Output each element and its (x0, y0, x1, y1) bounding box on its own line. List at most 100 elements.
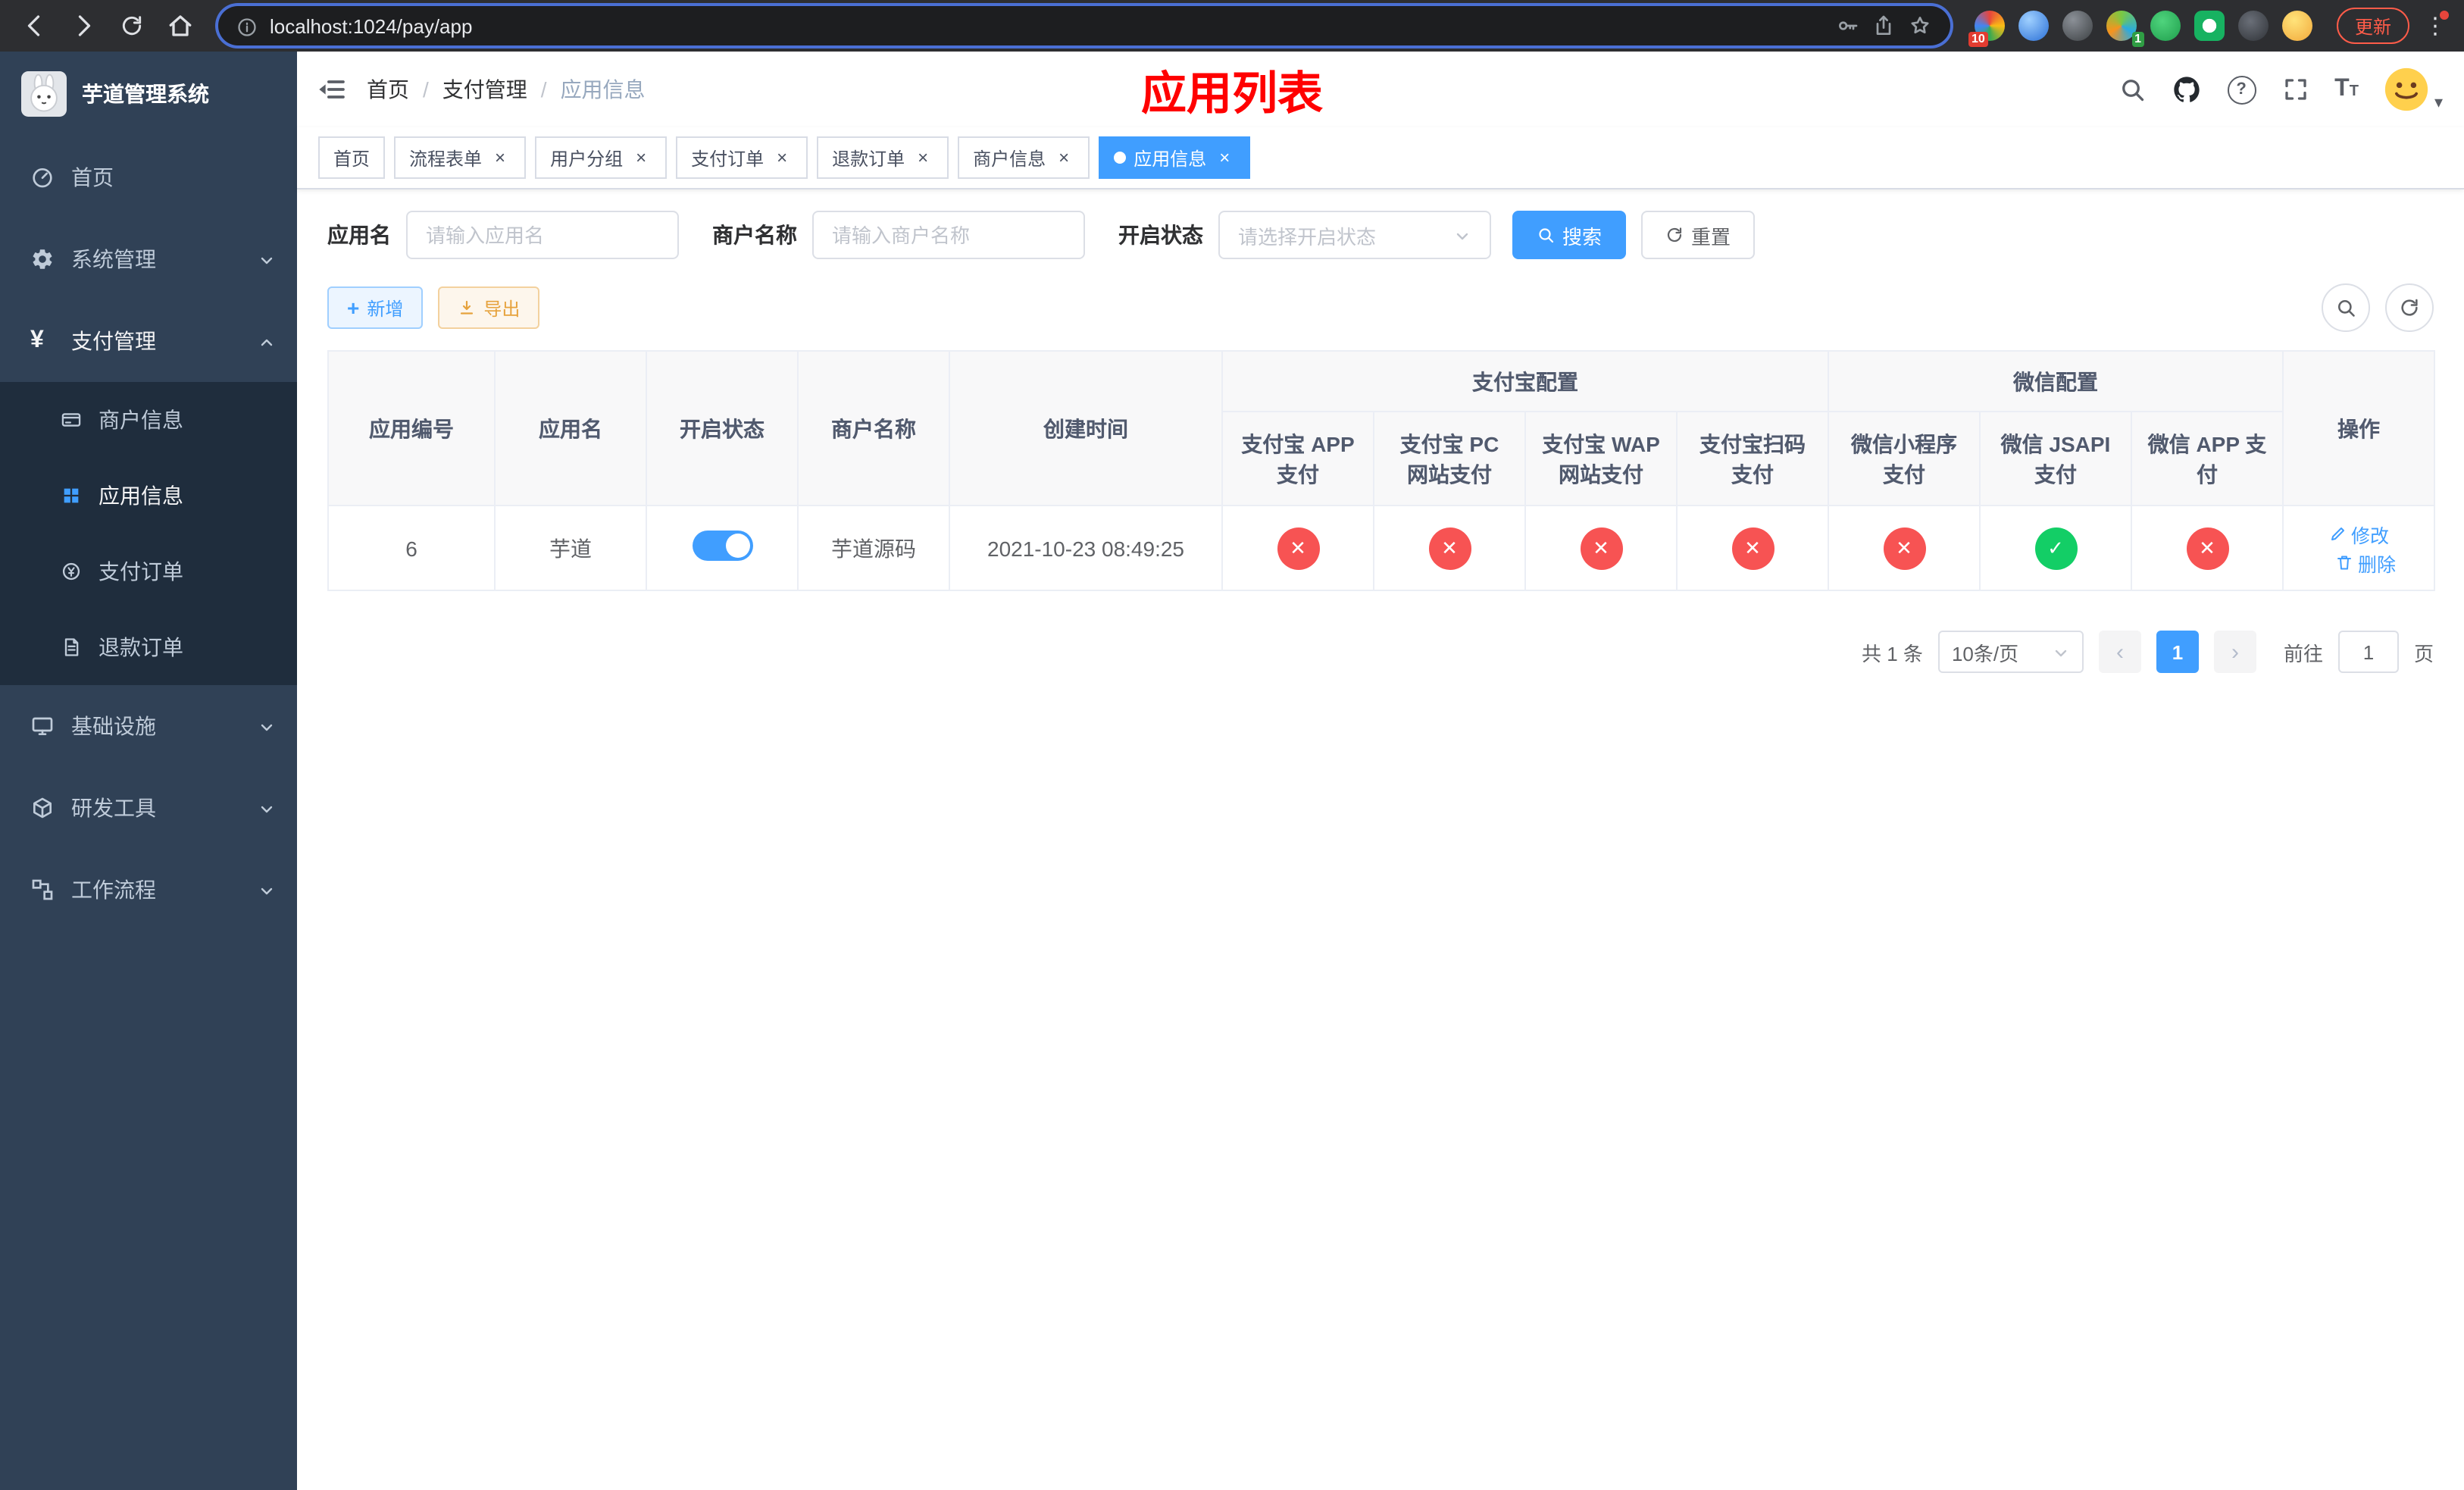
extension-icon-5[interactable] (2150, 11, 2181, 41)
browser-toolbar: localhost:1024/pay/app 10 1 更新 ⋮ (0, 0, 2464, 52)
chevron-down-icon (258, 247, 276, 271)
tab-user-group[interactable]: 用户分组 × (535, 136, 668, 179)
extension-icon-6[interactable] (2194, 11, 2225, 41)
enabled-toggle[interactable] (692, 531, 752, 561)
sidebar-item-merchant-info[interactable]: 商户信息 (0, 382, 297, 458)
prev-page-button[interactable]: ‹ (2098, 631, 2141, 673)
password-key-icon[interactable] (1835, 13, 1859, 38)
close-icon[interactable]: × (1214, 147, 1235, 168)
chevron-down-icon (258, 714, 276, 738)
status-select[interactable]: 请选择开启状态 (1218, 211, 1491, 259)
next-page-button[interactable]: › (2213, 631, 2256, 673)
url-text[interactable]: localhost:1024/pay/app (270, 14, 1823, 37)
alipay-app-status-icon: ✕ (1277, 527, 1319, 569)
close-icon[interactable]: × (630, 147, 652, 168)
bookmark-star-icon[interactable] (1908, 13, 1932, 38)
share-icon[interactable] (1871, 13, 1896, 38)
sidebar-item-app-info[interactable]: 应用信息 (0, 458, 297, 534)
navbar-actions: ? TT ▾ (2118, 67, 2464, 112)
page-content: 应用名 商户名称 开启状态 请选择开启状态 搜索 重置 (297, 189, 2464, 1490)
cube-icon (30, 796, 55, 820)
col-created: 创建时间 (949, 350, 1223, 506)
breadcrumb-payment[interactable]: 支付管理 (442, 74, 527, 105)
browser-back-button[interactable] (12, 3, 58, 49)
profile-avatar-icon[interactable] (2281, 11, 2312, 41)
close-icon[interactable]: × (1053, 147, 1074, 168)
sidebar-item-infra[interactable]: 基础设施 (0, 685, 297, 767)
sidebar-item-payment[interactable]: ¥ 支付管理 (0, 300, 297, 382)
sidebar-item-system[interactable]: 系统管理 (0, 218, 297, 300)
site-info-icon[interactable] (236, 14, 258, 37)
fullscreen-icon[interactable] (2281, 76, 2309, 103)
sidebar-item-refund-orders[interactable]: 退款订单 (0, 609, 297, 685)
tab-process-form[interactable]: 流程表单 × (394, 136, 527, 179)
wx-app-status-icon: ✕ (2186, 527, 2228, 569)
table-toolbar: + 新增 导出 (327, 283, 2434, 332)
sidebar-item-dev-tools[interactable]: 研发工具 (0, 767, 297, 849)
close-icon[interactable]: × (771, 147, 793, 168)
refresh-button[interactable] (2385, 283, 2434, 332)
tab-home[interactable]: 首页 (318, 136, 386, 179)
alipay-wap-status-icon: ✕ (1580, 527, 1622, 569)
status-label: 开启状态 (1118, 223, 1203, 247)
close-icon[interactable]: × (912, 147, 933, 168)
apps-table: 应用编号 应用名 开启状态 商户名称 创建时间 支付宝配置 微信配置 操作 支付… (327, 350, 2436, 591)
wx-lite-status-icon: ✕ (1883, 527, 1925, 569)
sidebar-item-home[interactable]: 首页 (0, 136, 297, 218)
export-button[interactable]: 导出 (438, 286, 540, 329)
goto-page-input[interactable] (2337, 631, 2399, 673)
yen-icon: ¥ (30, 327, 44, 353)
merchant-name-input[interactable] (812, 211, 1085, 259)
app-grid-icon (61, 485, 82, 506)
extension-icon-1[interactable]: 10 (1968, 11, 2005, 47)
edit-link[interactable]: 修改 (2328, 519, 2389, 548)
search-icon[interactable] (2118, 76, 2145, 103)
merchant-name-label: 商户名称 (712, 223, 797, 247)
toggle-search-button[interactable] (2322, 283, 2370, 332)
extension-icon-3[interactable] (2062, 11, 2093, 41)
search-button[interactable]: 搜索 (1512, 211, 1627, 259)
col-wx-lite: 微信小程序支付 (1828, 411, 1981, 506)
plus-icon: + (347, 296, 360, 320)
tab-app-info[interactable]: 应用信息 × (1099, 136, 1251, 179)
col-wx-jsapi: 微信 JSAPI 支付 (1979, 411, 2132, 506)
sidebar-item-workflow[interactable]: 工作流程 (0, 849, 297, 931)
col-alipay-qr: 支付宝扫码支付 (1676, 411, 1829, 506)
app-logo (21, 71, 67, 117)
browser-forward-button[interactable] (61, 3, 106, 49)
app-name-input[interactable] (406, 211, 679, 259)
address-bar[interactable]: localhost:1024/pay/app (218, 6, 1950, 45)
browser-menu-icon[interactable]: ⋮ (2419, 11, 2452, 39)
chevron-down-icon (1453, 224, 1471, 246)
user-avatar[interactable]: ▾ (2384, 67, 2443, 112)
tab-pay-orders[interactable]: 支付订单 × (676, 136, 808, 179)
github-icon[interactable] (2171, 74, 2201, 105)
browser-update-button[interactable]: 更新 (2336, 8, 2409, 44)
browser-home-button[interactable] (158, 3, 203, 49)
breadcrumb-home[interactable]: 首页 (367, 74, 409, 105)
page-number-1[interactable]: 1 (2156, 631, 2199, 673)
alipay-pc-status-icon: ✕ (1428, 527, 1471, 569)
extension-icon-4[interactable]: 1 (2106, 11, 2144, 47)
reset-button[interactable]: 重置 (1641, 211, 1756, 259)
sidebar-item-pay-orders[interactable]: 支付订单 (0, 534, 297, 609)
col-app-name: 应用名 (494, 350, 647, 506)
screen: localhost:1024/pay/app 10 1 更新 ⋮ 芋道管理系统 … (0, 0, 2464, 1490)
tags-view-bar: 首页 流程表单 × 用户分组 × 支付订单 × 退款订单 × 商户信息 × 应用信息 × (297, 127, 2464, 189)
sidebar-collapse-icon[interactable] (297, 52, 367, 127)
pagination: 共 1 条 10条/页 ‹ 1 › 前往 页 (327, 631, 2434, 673)
help-icon[interactable]: ? (2227, 75, 2256, 104)
delete-link[interactable]: 删除 (2335, 548, 2396, 577)
col-wx-app: 微信 APP 支付 (2130, 411, 2284, 506)
tab-refund-orders[interactable]: 退款订单 × (817, 136, 949, 179)
col-alipay-wap: 支付宝 WAP 网站支付 (1524, 411, 1678, 506)
close-icon[interactable]: × (489, 147, 511, 168)
browser-reload-button[interactable] (109, 3, 155, 49)
add-button[interactable]: + 新增 (327, 286, 424, 329)
extension-icon-7[interactable] (2237, 11, 2269, 41)
extension-icon-2[interactable] (2018, 11, 2049, 41)
page-size-select[interactable]: 10条/页 (1937, 631, 2084, 673)
active-dot (1114, 152, 1127, 164)
font-size-icon[interactable]: TT (2334, 77, 2359, 101)
tab-merchant-info[interactable]: 商户信息 × (958, 136, 1090, 179)
